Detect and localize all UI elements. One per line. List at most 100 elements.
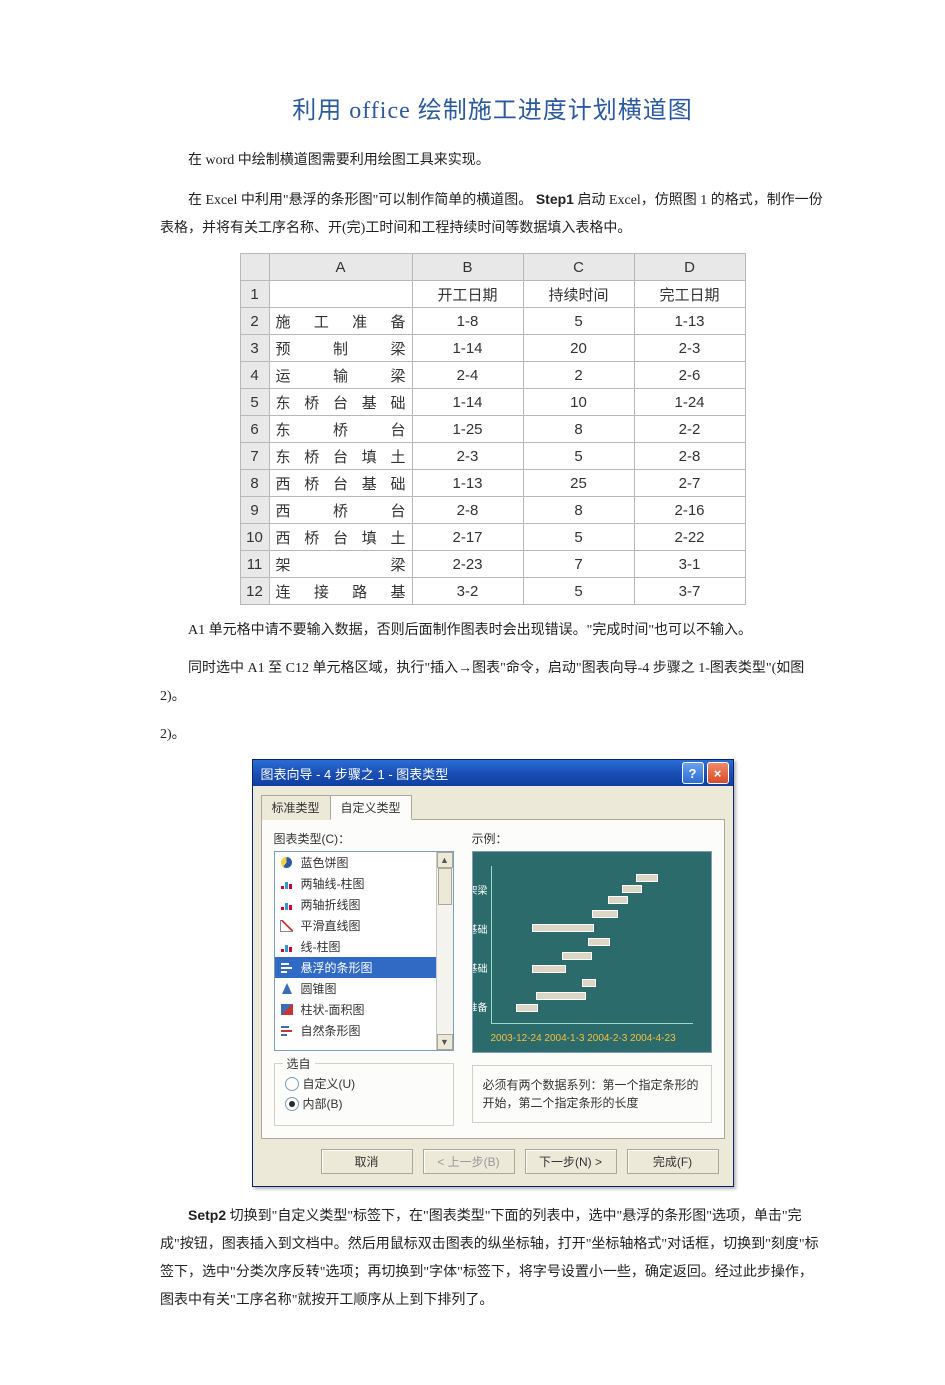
dialog-titlebar: 图表向导 - 4 步骤之 1 - 图表类型 ? × <box>253 760 733 786</box>
row-header: 4 <box>240 362 269 389</box>
data-cell: 施 工 准 备 <box>269 308 412 335</box>
data-cell: 2-6 <box>634 362 745 389</box>
radio-internal[interactable] <box>285 1097 299 1111</box>
col-header-d: D <box>634 254 745 281</box>
preview-ylabel-0: 架梁 <box>472 882 488 897</box>
data-cell: 8 <box>523 416 634 443</box>
data-cell: 2-7 <box>634 470 745 497</box>
paragraph-3: A1 单元格中请不要输入数据，否则后面制作图表时会出现错误。"完成时间"也可以不… <box>160 617 825 645</box>
chart-type-item[interactable]: 悬浮的条形图 <box>275 957 436 978</box>
data-cell: 2-3 <box>634 335 745 362</box>
radio-custom-row[interactable]: 自定义(U) <box>285 1075 443 1092</box>
fig2-label: 2)。 <box>160 721 825 749</box>
paragraph-1: 在 word 中绘制横道图需要利用绘图工具来实现。 <box>160 147 825 175</box>
row-header: 10 <box>240 524 269 551</box>
para5-text: 切换到"自定义类型"标签下，在"图表类型"下面的列表中，选中"悬浮的条形图"选项… <box>160 1209 819 1308</box>
chart-type-item-label: 两轴线-柱图 <box>301 875 365 892</box>
row-header: 5 <box>240 389 269 416</box>
cancel-button[interactable]: 取消 <box>321 1149 413 1174</box>
paragraph-4: 同时选中 A1 至 C12 单元格区域，执行"插入→图表"命令，启动"图表向导-… <box>160 655 825 711</box>
chart-type-icon <box>279 1003 295 1017</box>
data-cell: 2-8 <box>412 497 523 524</box>
chart-type-item[interactable]: 蓝色饼图 <box>275 852 436 873</box>
chart-type-item-label: 蓝色饼图 <box>301 854 349 871</box>
data-cell: 2-17 <box>412 524 523 551</box>
data-cell: 1-14 <box>412 389 523 416</box>
chart-type-icon <box>279 877 295 891</box>
data-cell: 2-2 <box>634 416 745 443</box>
chart-type-item[interactable]: 两轴线-柱图 <box>275 873 436 894</box>
data-cell: 连 接 路 基 <box>269 578 412 605</box>
chart-type-icon <box>279 961 295 975</box>
chart-type-item[interactable]: 平滑直线图 <box>275 915 436 936</box>
chart-type-icon <box>279 1024 295 1038</box>
chart-type-item[interactable]: 线-柱图 <box>275 936 436 957</box>
data-cell: 5 <box>523 443 634 470</box>
row-header: 9 <box>240 497 269 524</box>
chart-preview: 架梁 西桥台基础 东桥台基础 施工准备 <box>472 851 712 1053</box>
finish-button[interactable]: 完成(F) <box>627 1149 719 1174</box>
data-cell: 2-23 <box>412 551 523 578</box>
tab-standard-types[interactable]: 标准类型 <box>261 795 331 820</box>
prev-button[interactable]: < 上一步(B) <box>423 1149 515 1174</box>
chart-type-label: 图表类型(C)： <box>274 830 454 847</box>
step2-label: Setp2 <box>188 1207 226 1223</box>
chart-type-item-label: 两轴折线图 <box>301 896 361 913</box>
data-cell: 东 桥 台 <box>269 416 412 443</box>
row-header: 1 <box>240 281 269 308</box>
header-cell: 持续时间 <box>523 281 634 308</box>
data-cell: 8 <box>523 497 634 524</box>
preview-xlabels: 2003-12-24 2004-1-3 2004-2-3 2004-4-23 <box>491 1033 693 1044</box>
data-cell: 运 输 梁 <box>269 362 412 389</box>
chart-type-item-label: 线-柱图 <box>301 938 341 955</box>
dialog-title: 图表向导 - 4 步骤之 1 - 图表类型 <box>261 764 679 783</box>
next-button[interactable]: 下一步(N) > <box>525 1149 617 1174</box>
data-cell: 10 <box>523 389 634 416</box>
chart-type-item[interactable]: 圆锥图 <box>275 978 436 999</box>
radio-internal-row[interactable]: 内部(B) <box>285 1095 443 1112</box>
data-cell: 3-1 <box>634 551 745 578</box>
data-cell: 2-16 <box>634 497 745 524</box>
row-header: 6 <box>240 416 269 443</box>
data-cell: 20 <box>523 335 634 362</box>
data-cell: 东桥台基础 <box>269 389 412 416</box>
row-header: 12 <box>240 578 269 605</box>
row-header: 8 <box>240 470 269 497</box>
data-cell: 5 <box>523 578 634 605</box>
scroll-thumb[interactable] <box>438 868 452 905</box>
data-cell: 2-4 <box>412 362 523 389</box>
radio-custom-label: 自定义(U) <box>303 1075 356 1092</box>
data-cell: 西桥台填土 <box>269 524 412 551</box>
data-cell: 3-2 <box>412 578 523 605</box>
chart-type-icon <box>279 940 295 954</box>
data-cell: 2-22 <box>634 524 745 551</box>
chart-type-item-label: 平滑直线图 <box>301 917 361 934</box>
chart-type-listbox[interactable]: 蓝色饼图两轴线-柱图两轴折线图平滑直线图线-柱图悬浮的条形图圆锥图柱状-面积图自… <box>274 851 454 1051</box>
row-header: 11 <box>240 551 269 578</box>
chart-type-item[interactable]: 两轴折线图 <box>275 894 436 915</box>
listbox-scrollbar[interactable]: ▲ ▼ <box>436 852 453 1050</box>
page-title: 利用 office 绘制施工进度计划横道图 <box>160 90 825 125</box>
chart-type-icon <box>279 856 295 870</box>
scroll-up-icon[interactable]: ▲ <box>437 852 453 868</box>
col-header-b: B <box>412 254 523 281</box>
col-header-c: C <box>523 254 634 281</box>
chart-type-item-label: 悬浮的条形图 <box>301 959 373 976</box>
data-cell: 1-8 <box>412 308 523 335</box>
tab-custom-types[interactable]: 自定义类型 <box>330 795 412 820</box>
chart-type-item[interactable]: 自然条形图 <box>275 1020 436 1041</box>
data-cell: 西桥台基础 <box>269 470 412 497</box>
scroll-down-icon[interactable]: ▼ <box>437 1034 453 1050</box>
help-button[interactable]: ? <box>682 762 704 784</box>
close-button[interactable]: × <box>707 762 729 784</box>
data-cell: 3-7 <box>634 578 745 605</box>
header-cell: 开工日期 <box>412 281 523 308</box>
paragraph-5: Setp2 切换到"自定义类型"标签下，在"图表类型"下面的列表中，选中"悬浮的… <box>160 1201 825 1315</box>
radio-custom[interactable] <box>285 1077 299 1091</box>
paragraph-2: 在 Excel 中利用"悬浮的条形图"可以制作简单的横道图。 Step1 启动 … <box>160 185 825 243</box>
groupbox-title: 选自 <box>283 1055 315 1072</box>
chart-type-item[interactable]: 柱状-面积图 <box>275 999 436 1020</box>
hint-text: 必须有两个数据系列：第一个指定条形的开始，第二个指定条形的长度 <box>472 1065 712 1123</box>
data-cell: 1-25 <box>412 416 523 443</box>
data-cell: 2-3 <box>412 443 523 470</box>
